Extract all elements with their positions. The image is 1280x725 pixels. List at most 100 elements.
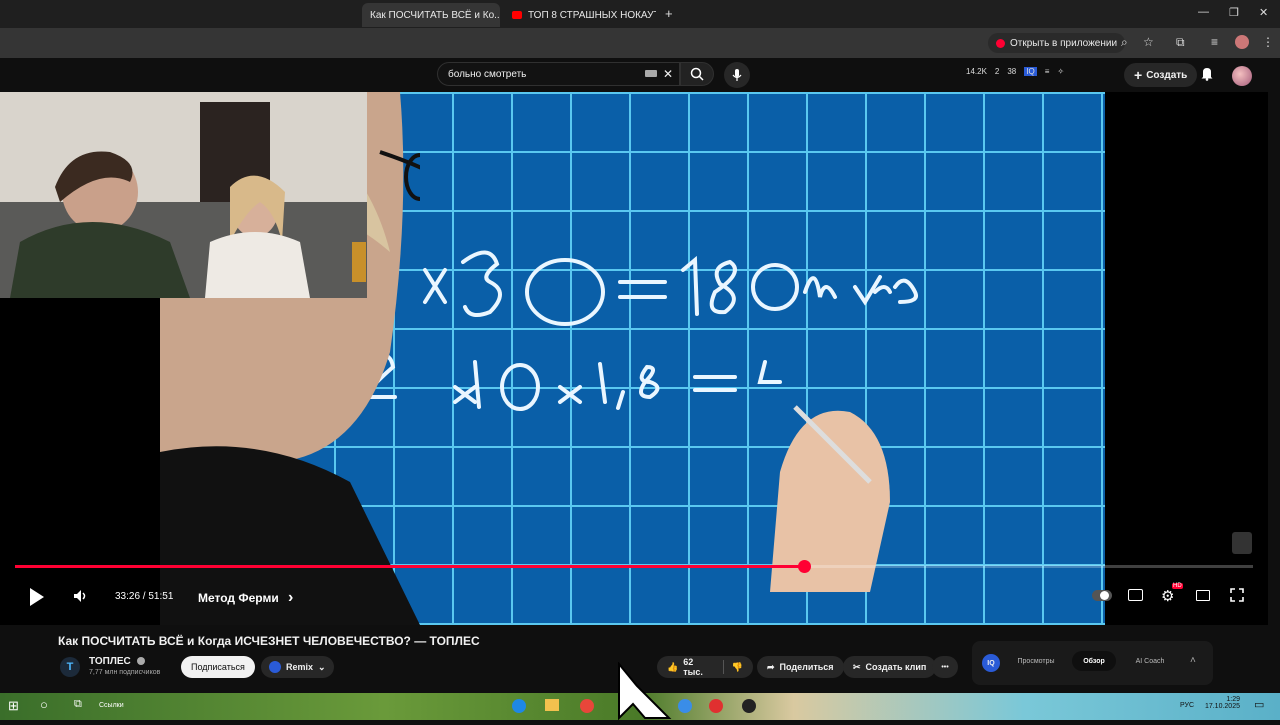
search-icon xyxy=(690,67,704,81)
play-button[interactable] xyxy=(28,587,46,612)
taskbar-search-icon[interactable]: ○ xyxy=(40,697,48,712)
notifications-bell-icon[interactable] xyxy=(1200,66,1214,84)
reading-list-icon[interactable]: ≡ xyxy=(1211,35,1218,49)
like-count[interactable]: 62 тыс. xyxy=(683,657,715,677)
remix-logo-icon xyxy=(269,661,281,673)
create-button[interactable]: + Создать xyxy=(1124,63,1198,87)
channel-name[interactable]: ТОПЛЕС xyxy=(89,656,145,667)
more-actions-button[interactable]: ••• xyxy=(932,656,958,678)
fullscreen-icon[interactable] xyxy=(1230,588,1244,607)
search-button[interactable] xyxy=(680,62,714,86)
keyboard-icon[interactable] xyxy=(645,70,657,77)
new-tab-button[interactable]: + xyxy=(665,6,673,21)
search-input[interactable]: больно смотреть ✕ xyxy=(437,62,680,86)
vidiq-logo-icon[interactable]: IQ xyxy=(982,654,1000,672)
extension-stats[interactable]: 14.2K 2 38 IQ ≡ ✧ xyxy=(966,67,1064,76)
remix-button[interactable]: Remix ⌄ xyxy=(261,656,334,678)
user-avatar[interactable] xyxy=(1232,66,1252,86)
ext-list-icon[interactable]: ≡ xyxy=(1045,67,1050,76)
language-indicator[interactable]: РУС xyxy=(1180,702,1194,709)
channel-avatar[interactable]: T xyxy=(60,657,80,677)
address-bar-row: Открыть в приложении ⌕ ☆ ⧉ ≡ ⋮ xyxy=(0,28,1280,58)
channel-watermark-icon[interactable] xyxy=(1232,532,1252,554)
chapter-button[interactable]: Метод Ферми › xyxy=(198,589,293,607)
notifications-icon[interactable]: ▭ xyxy=(1254,698,1264,711)
voice-search-button[interactable] xyxy=(724,62,750,88)
share-button[interactable]: ➦ Поделиться xyxy=(757,656,844,678)
volume-button[interactable] xyxy=(73,589,89,608)
video-progress-bar[interactable] xyxy=(15,560,1253,573)
share-label: Поделиться xyxy=(779,662,834,672)
settings-gear-icon[interactable]: ⚙ xyxy=(1161,587,1174,605)
taskbar-app-icon[interactable] xyxy=(678,699,692,713)
bookmark-star-icon[interactable]: ☆ xyxy=(1143,35,1154,49)
stat-38: 38 xyxy=(1007,67,1017,76)
clock[interactable]: 1:29 17.10.2025 xyxy=(1200,696,1240,710)
remix-label: Remix xyxy=(286,662,314,672)
subtitles-icon[interactable] xyxy=(1128,589,1143,601)
subscribe-button[interactable]: Подписаться xyxy=(181,656,255,678)
clock-date: 17.10.2025 xyxy=(1204,703,1240,710)
tab-title: ТОП 8 СТРАШНЫХ НОКАУТОВ xyxy=(528,9,656,21)
tab-knockouts[interactable]: ТОП 8 СТРАШНЫХ НОКАУТОВ ✕ xyxy=(504,3,656,27)
share-arrow-icon: ➦ xyxy=(767,661,775,672)
volume-icon xyxy=(74,590,86,602)
menu-dots-icon[interactable]: ⋮ xyxy=(1262,35,1274,49)
thumbs-down-icon[interactable]: 👎 xyxy=(732,662,743,673)
plus-icon: + xyxy=(1134,67,1143,83)
mouse-cursor-icon xyxy=(617,661,677,725)
create-clip-button[interactable]: ✂ Создать клип xyxy=(843,656,937,678)
yandex-browser-icon[interactable] xyxy=(709,699,723,713)
collapse-chevron-icon[interactable]: ˄ xyxy=(1190,655,1196,666)
profile-avatar[interactable] xyxy=(1235,35,1249,49)
tab-views[interactable]: Просмотры xyxy=(1010,651,1062,671)
current-time: 33:26 xyxy=(115,591,141,602)
create-label: Создать xyxy=(1146,69,1188,81)
tab-video[interactable]: Как ПОСЧИТАТЬ ВСЁ и Ко... 🔊 ✕ xyxy=(362,3,500,27)
minimize-button[interactable]: — xyxy=(1198,6,1209,18)
tab-ai-coach[interactable]: AI Coach xyxy=(1124,651,1176,671)
ext-iq-icon[interactable]: IQ xyxy=(1024,67,1037,76)
clock-time: 1:29 xyxy=(1226,696,1240,703)
file-explorer-icon[interactable] xyxy=(545,699,559,711)
chevron-down-icon: ⌄ xyxy=(318,661,326,672)
search-value: больно смотреть xyxy=(448,68,527,80)
browser-tab-bar: Как ПОСЧИТАТЬ ВСЁ и Ко... 🔊 ✕ ТОП 8 СТРА… xyxy=(0,0,1280,28)
extensions-icon[interactable]: ⧉ xyxy=(1176,35,1185,50)
zoom-icon[interactable]: ⌕ xyxy=(1121,35,1128,50)
open-in-app-label: Открыть в приложении xyxy=(1010,37,1118,49)
vidiq-panel: IQ Просмотры Обзор AI Coach ˄ xyxy=(972,641,1213,685)
progress-scrubber[interactable] xyxy=(797,560,811,573)
theater-mode-icon[interactable] xyxy=(1196,590,1210,601)
mic-icon xyxy=(732,69,742,81)
ext-pin-icon[interactable]: ✧ xyxy=(1057,67,1064,76)
autoplay-toggle[interactable] xyxy=(1092,590,1112,601)
task-view-icon[interactable]: ⧉ xyxy=(74,698,82,711)
verified-check-icon xyxy=(136,657,145,666)
video-title: Как ПОСЧИТАТЬ ВСЁ и Когда ИСЧЕЗНЕТ ЧЕЛОВ… xyxy=(58,634,480,648)
views-stat: 14.2K xyxy=(966,67,987,76)
video-player[interactable] xyxy=(0,92,1268,625)
clear-search-icon[interactable]: ✕ xyxy=(663,67,673,81)
chevron-right-icon: › xyxy=(288,589,294,606)
restore-button[interactable]: ❐ xyxy=(1229,6,1239,19)
open-in-app-button[interactable]: Открыть в приложении xyxy=(988,33,1126,53)
obs-app-icon[interactable] xyxy=(742,699,756,713)
stat-2: 2 xyxy=(994,67,1000,76)
play-icon xyxy=(30,588,44,606)
youtube-favicon-icon xyxy=(512,11,522,19)
tab-title: Как ПОСЧИТАТЬ ВСЁ и Ко... xyxy=(370,9,500,21)
youtube-icon xyxy=(996,38,1005,48)
subscriber-count: 7,77 млн подписчиков xyxy=(89,669,161,676)
edge-app-icon[interactable] xyxy=(512,699,526,713)
time-display: 33:26 / 51:51 xyxy=(115,591,173,602)
youtube-header: больно смотреть ✕ 14.2K 2 38 IQ ≡ ✧ + Со… xyxy=(0,58,1280,92)
links-toolbar[interactable]: Ссылки xyxy=(99,702,124,709)
divider xyxy=(722,660,724,674)
windows-start-icon[interactable]: ⊞ xyxy=(8,698,19,714)
tab-overview[interactable]: Обзор xyxy=(1072,651,1116,671)
chrome-app-icon[interactable] xyxy=(580,699,594,713)
autoplay-knob-icon xyxy=(1100,591,1109,600)
close-window-button[interactable]: ✕ xyxy=(1259,6,1268,19)
hd-badge: HD xyxy=(1172,583,1183,589)
